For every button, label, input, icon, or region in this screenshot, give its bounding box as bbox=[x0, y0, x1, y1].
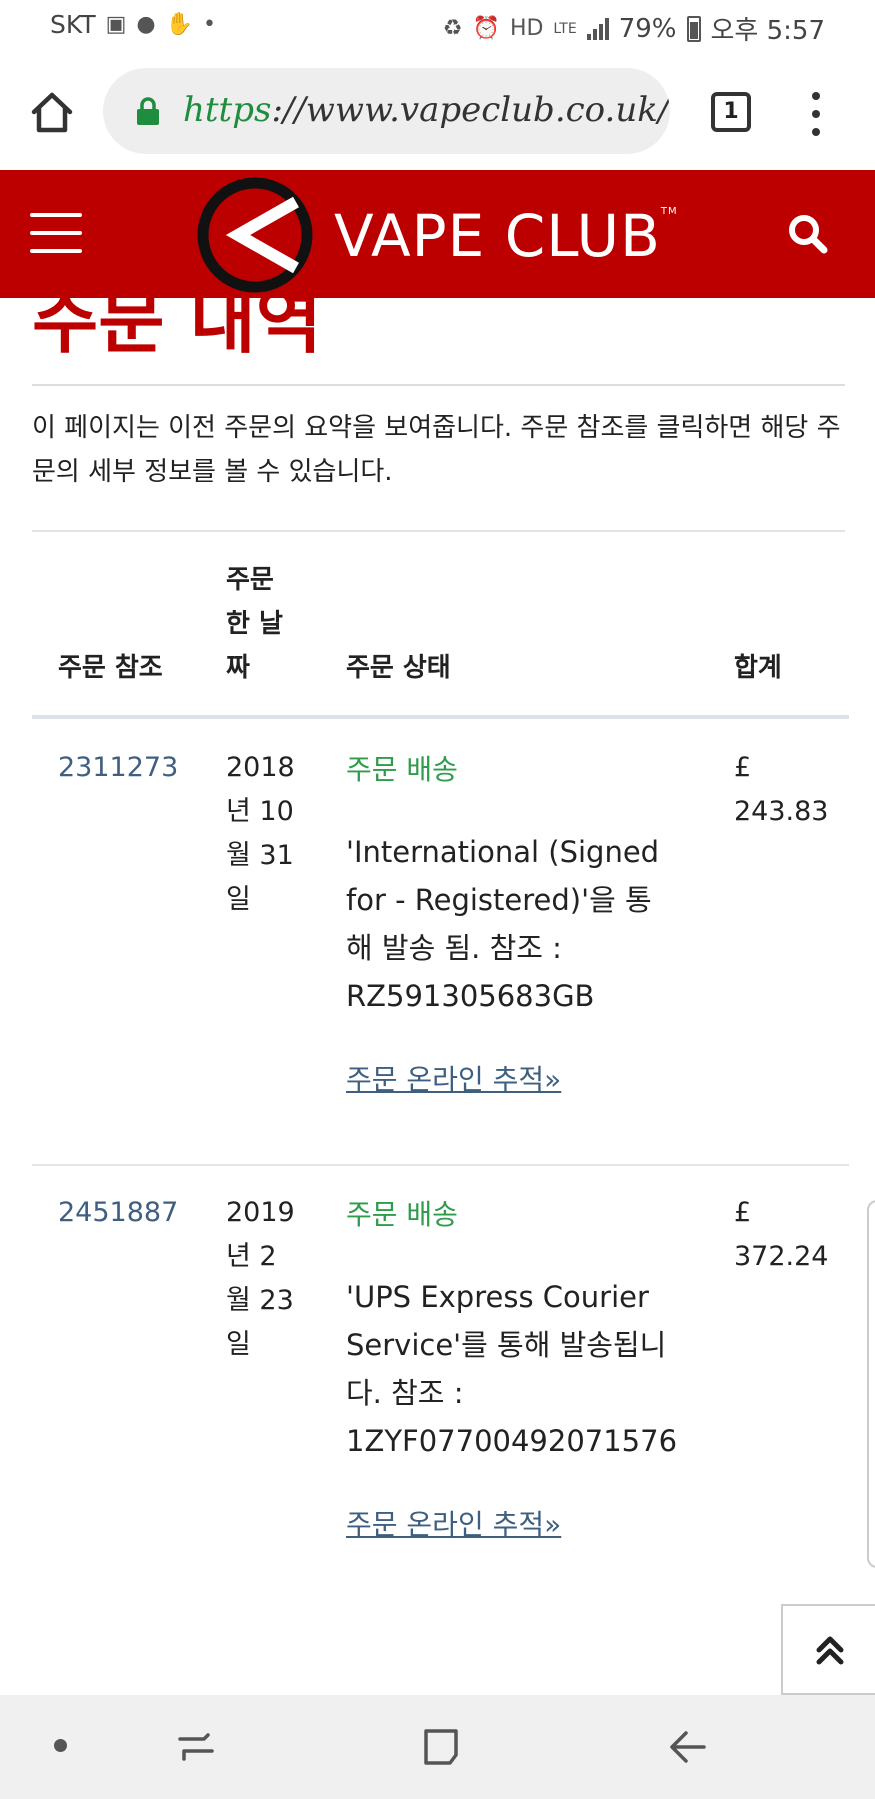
menu-dot-icon bbox=[812, 92, 820, 100]
carrier-label: SKT bbox=[50, 10, 96, 39]
menu-dot-icon bbox=[812, 110, 820, 118]
url-text: https://www.vapeclub.co.uk/ bbox=[183, 90, 669, 130]
hd-voice-icon: HD bbox=[509, 16, 544, 41]
order-status: 주문 배송 bbox=[346, 1198, 458, 1231]
order-shipping-description: 'UPS Express Courier Service'를 통해 발송됩니다.… bbox=[346, 1280, 678, 1458]
menu-dot-icon bbox=[812, 128, 820, 136]
search-icon bbox=[789, 215, 828, 254]
signal-strength-icon bbox=[586, 17, 609, 40]
order-ref-link[interactable]: 2311273 bbox=[58, 752, 178, 783]
order-shipping-description: 'International (Signed for - Registered)… bbox=[346, 835, 660, 1013]
home-button[interactable] bbox=[28, 88, 76, 136]
lock-icon bbox=[137, 97, 159, 125]
more-notifications-icon: • bbox=[203, 12, 216, 37]
talk-notification-icon: ● bbox=[136, 12, 156, 37]
status-bar: SKT ▣ ● ✋ • ♻ ⏰ HD LTE 79% 오후 5:57 bbox=[0, 0, 875, 52]
hamburger-menu-button[interactable] bbox=[30, 213, 82, 253]
order-date: 2018 년 10 월 31 일 bbox=[226, 752, 295, 915]
url-host: ://www.vapeclub.co.uk/ bbox=[271, 90, 670, 130]
nav-dot-icon[interactable] bbox=[54, 1739, 67, 1752]
system-navigation-bar bbox=[0, 1695, 875, 1799]
logo-text[interactable]: VAPE CLUBTM bbox=[334, 202, 678, 270]
alarm-icon: ⏰ bbox=[472, 16, 500, 41]
tab-switcher-button[interactable]: 1 bbox=[711, 92, 751, 132]
table-header-divider bbox=[32, 715, 849, 719]
column-header-status: 주문 상태 bbox=[346, 653, 451, 683]
page-intro: 이 페이지는 이전 주문의 요약을 보여줍니다. 주문 참조를 클릭하면 해당 … bbox=[32, 413, 841, 487]
recycle-icon: ♻ bbox=[442, 16, 463, 41]
double-chevron-up-icon bbox=[816, 1636, 844, 1665]
gesture-notification-icon: ✋ bbox=[165, 12, 193, 37]
recent-apps-icon[interactable] bbox=[172, 1725, 220, 1769]
order-ref-link[interactable]: 2451887 bbox=[58, 1197, 178, 1228]
column-header-date: 주문 한 날짜 bbox=[226, 565, 283, 683]
status-bar-right: ♻ ⏰ HD LTE 79% 오후 5:57 bbox=[443, 10, 825, 47]
order-date: 2019 년 2 월 23 일 bbox=[226, 1197, 295, 1360]
logo-trademark: TM bbox=[660, 206, 678, 217]
address-bar[interactable]: https://www.vapeclub.co.uk/ bbox=[103, 68, 670, 154]
divider bbox=[32, 530, 845, 532]
hamburger-line-icon bbox=[30, 231, 82, 235]
search-button[interactable] bbox=[784, 210, 832, 258]
network-type-label: LTE bbox=[553, 20, 577, 37]
row-divider bbox=[32, 1164, 849, 1166]
browser-toolbar: https://www.vapeclub.co.uk/ 1 bbox=[0, 52, 875, 170]
vape-club-logo-icon[interactable] bbox=[196, 176, 314, 294]
divider bbox=[32, 384, 845, 386]
home-square-icon[interactable] bbox=[420, 1725, 466, 1769]
battery-icon bbox=[686, 15, 701, 42]
track-order-link[interactable]: 주문 온라인 추적» bbox=[346, 1508, 561, 1541]
back-arrow-icon[interactable] bbox=[664, 1725, 710, 1769]
column-header-total: 합계 bbox=[734, 653, 782, 683]
order-total: £ 243.83 bbox=[734, 752, 829, 827]
column-header-ref: 주문 참조 bbox=[58, 653, 163, 683]
gallery-notification-icon: ▣ bbox=[105, 12, 127, 37]
url-scheme: https bbox=[183, 90, 272, 130]
site-header: VAPE CLUBTM bbox=[0, 170, 875, 298]
status-bar-left: SKT ▣ ● ✋ • bbox=[50, 10, 216, 39]
scroll-indicator[interactable] bbox=[867, 1200, 875, 1568]
home-icon bbox=[31, 92, 73, 133]
page-title: 주문 내역 bbox=[32, 298, 323, 363]
browser-menu-button[interactable] bbox=[808, 92, 824, 136]
logo-wordmark: VAPE CLUB bbox=[334, 202, 661, 270]
page-content: 주문 내역 이 페이지는 이전 주문의 요약을 보여줍니다. 주문 참조를 클릭… bbox=[0, 298, 875, 1695]
hamburger-line-icon bbox=[30, 249, 82, 253]
hamburger-line-icon bbox=[30, 213, 82, 217]
back-to-top-button[interactable] bbox=[781, 1604, 875, 1695]
order-total: £ 372.24 bbox=[734, 1197, 829, 1272]
order-status: 주문 배송 bbox=[346, 753, 458, 786]
clock: 오후 5:57 bbox=[710, 16, 826, 46]
track-order-link[interactable]: 주문 온라인 추적» bbox=[346, 1063, 561, 1096]
battery-percent: 79% bbox=[618, 13, 677, 44]
